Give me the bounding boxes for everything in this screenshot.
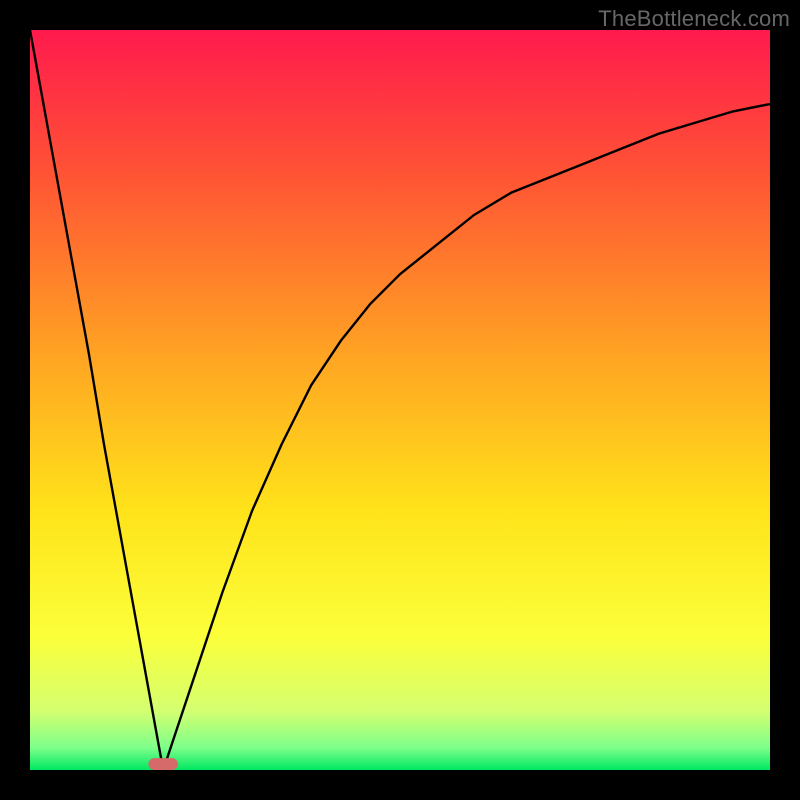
chart-plot xyxy=(30,30,770,770)
marker-pill xyxy=(148,758,178,770)
chart-frame: TheBottleneck.com xyxy=(0,0,800,800)
watermark-text: TheBottleneck.com xyxy=(598,6,790,32)
plot-background xyxy=(30,30,770,770)
min-marker xyxy=(148,758,178,770)
